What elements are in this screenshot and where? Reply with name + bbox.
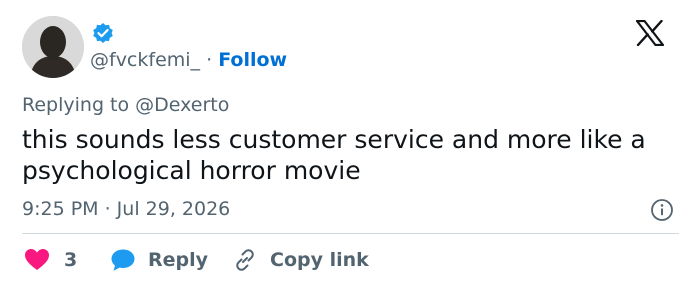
copy-link-button[interactable]: Copy link bbox=[232, 246, 369, 274]
link-icon bbox=[236, 249, 254, 271]
handle-separator: · bbox=[200, 49, 219, 71]
reply-context-prefix: Replying to bbox=[22, 94, 136, 116]
reply-context: Replying to @Dexerto bbox=[22, 92, 229, 118]
reply-bubble-icon bbox=[111, 249, 135, 271]
x-logo-icon[interactable] bbox=[635, 19, 665, 47]
reply-to-link[interactable]: @Dexerto bbox=[135, 94, 229, 116]
divider bbox=[22, 233, 679, 234]
tweet-timestamp[interactable]: 9:25 PM · Jul 29, 2026 bbox=[22, 196, 230, 222]
copy-link-label: Copy link bbox=[270, 249, 369, 271]
reply-button[interactable]: Reply bbox=[110, 246, 208, 274]
author-handle[interactable]: @fvckfemi_ bbox=[90, 49, 200, 71]
follow-button[interactable]: Follow bbox=[218, 49, 287, 71]
author-row: @fvckfemi_ · Follow bbox=[90, 47, 287, 73]
info-icon[interactable] bbox=[650, 198, 674, 222]
avatar[interactable] bbox=[22, 16, 84, 78]
reply-label: Reply bbox=[148, 249, 209, 271]
tweet-text: this sounds less customer service and mo… bbox=[22, 125, 646, 185]
verified-badge-icon bbox=[92, 22, 114, 44]
like-count: 3 bbox=[64, 249, 78, 271]
like-button[interactable]: 3 bbox=[24, 246, 77, 274]
heart-icon bbox=[25, 249, 49, 270]
avatar-image bbox=[22, 16, 84, 78]
